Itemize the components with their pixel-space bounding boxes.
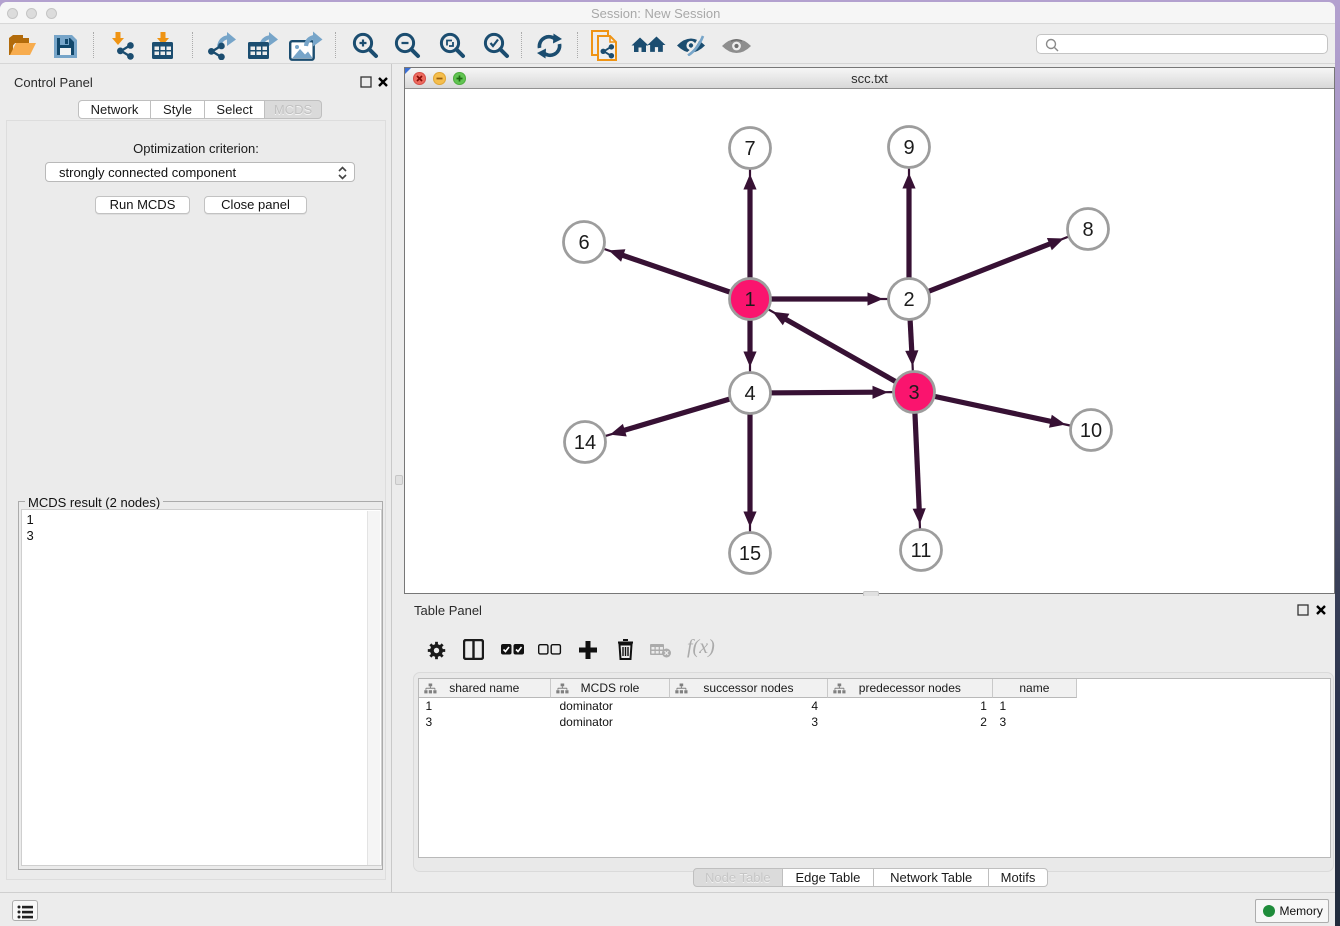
- svg-text:3: 3: [908, 382, 919, 404]
- svg-text:1: 1: [744, 289, 755, 311]
- svg-text:6: 6: [578, 232, 589, 254]
- svg-text:7: 7: [744, 138, 755, 160]
- svg-text:11: 11: [911, 540, 932, 562]
- svg-text:15: 15: [739, 543, 761, 565]
- svg-text:10: 10: [1080, 420, 1102, 442]
- svg-text:4: 4: [744, 383, 755, 405]
- svg-text:9: 9: [903, 137, 914, 159]
- svg-text:8: 8: [1082, 219, 1093, 241]
- svg-text:14: 14: [574, 432, 596, 454]
- svg-text:2: 2: [903, 289, 914, 311]
